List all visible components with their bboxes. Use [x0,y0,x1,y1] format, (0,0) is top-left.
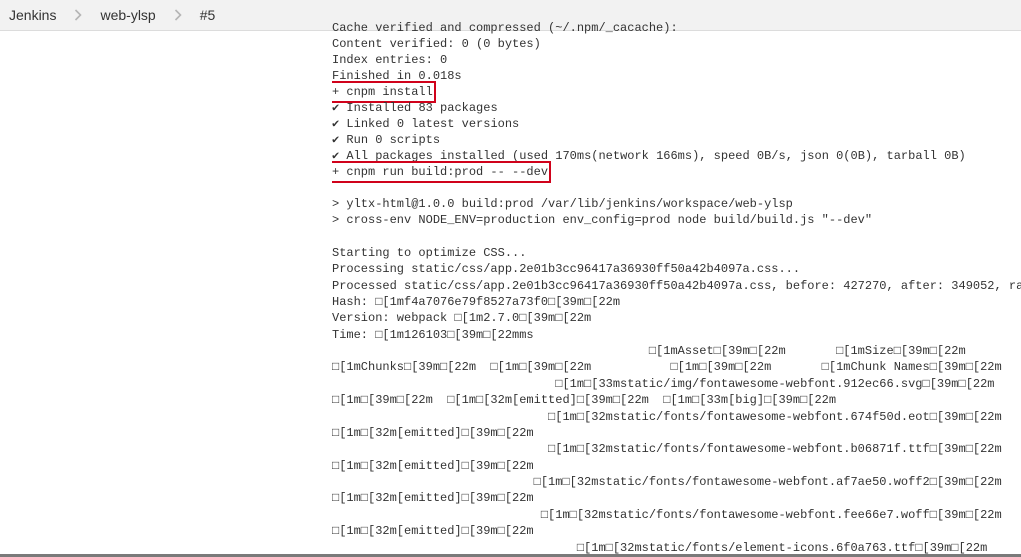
console-line: Time: □[1m126103□[39m□[22mms [332,328,534,342]
console-line-cnpm-install: + cnpm install [332,81,436,103]
console-line: Cache verified and compressed (~/.npm/_c… [332,21,678,35]
console-line: > cross-env NODE_ENV=production env_conf… [332,213,873,227]
console-line: □[1m□[32mstatic/fonts/fontawesome-webfon… [540,508,1002,522]
console-line: □[1m□[32m[emitted]□[39m□[22m [332,459,534,473]
console-line: □[1m□[32mstatic/fonts/fontawesome-webfon… [533,475,1002,489]
breadcrumb-item-jenkins[interactable]: Jenkins [0,7,60,23]
console-line: Index entries: 0 [332,53,448,67]
breadcrumb-label[interactable]: web-ylsp [96,7,159,23]
breadcrumb-label[interactable]: #5 [196,7,220,23]
console-line: ✔ Linked 0 latest versions [332,117,520,131]
console-line: Hash: □[1mf4a7076e79f8527a73f0□[39m□[22m [332,295,621,309]
console-line: □[1mAsset□[39m□[22m □[1mSize□[39m□[22m [332,344,966,358]
console-line: □[1mChunks□[39m□[22m □[1m□[39m□[22m □[1m… [332,360,1002,374]
console-line-cnpm-build: + cnpm run build:prod -- --dev [332,161,552,183]
console-line: □[1m□[32mstatic/fonts/fontawesome-webfon… [548,410,1002,424]
console-line: □[1m□[39m□[22m □[1m□[32m[emitted]□[39m□[… [332,393,837,407]
breadcrumb-item-web-ylsp[interactable]: web-ylsp [96,7,159,23]
console-line: Processed static/css/app.2e01b3cc96417a3… [332,279,1021,293]
console-line: □[1m□[32m[emitted]□[39m□[22m [332,491,534,505]
console-line: ✔ Run 0 scripts [332,133,441,147]
console-line: ✔ All packages installed (used 170ms(net… [332,149,966,163]
console-line: Version: webpack □[1m2.7.0□[39m□[22m [332,311,592,325]
console-line: □[1m□[33mstatic/img/fontawesome-webfont.… [555,377,995,391]
console-line: □[1m□[32mstatic/fonts/fontawesome-webfon… [548,442,1002,456]
breadcrumb-item-build-5[interactable]: #5 [196,7,220,23]
console-line: > yltx-html@1.0.0 build:prod /var/lib/je… [332,197,793,211]
console-line: □[1m□[32m[emitted]□[39m□[22m [332,426,534,440]
console-line: Processing static/css/app.2e01b3cc96417a… [332,262,801,276]
console-line: Starting to optimize CSS... [332,246,527,260]
console-line: □[1m□[32m[emitted]□[39m□[22m [332,524,534,538]
chevron-right-icon [160,9,196,21]
console-line: Content verified: 0 (0 bytes) [332,37,541,51]
console-output: Cache verified and compressed (~/.npm/_c… [332,20,1021,557]
console-line: Finished in 0.018s [332,69,462,83]
breadcrumb-label[interactable]: Jenkins [0,7,60,23]
chevron-right-icon [60,9,96,21]
console-line: ✔ Installed 83 packages [332,101,498,115]
